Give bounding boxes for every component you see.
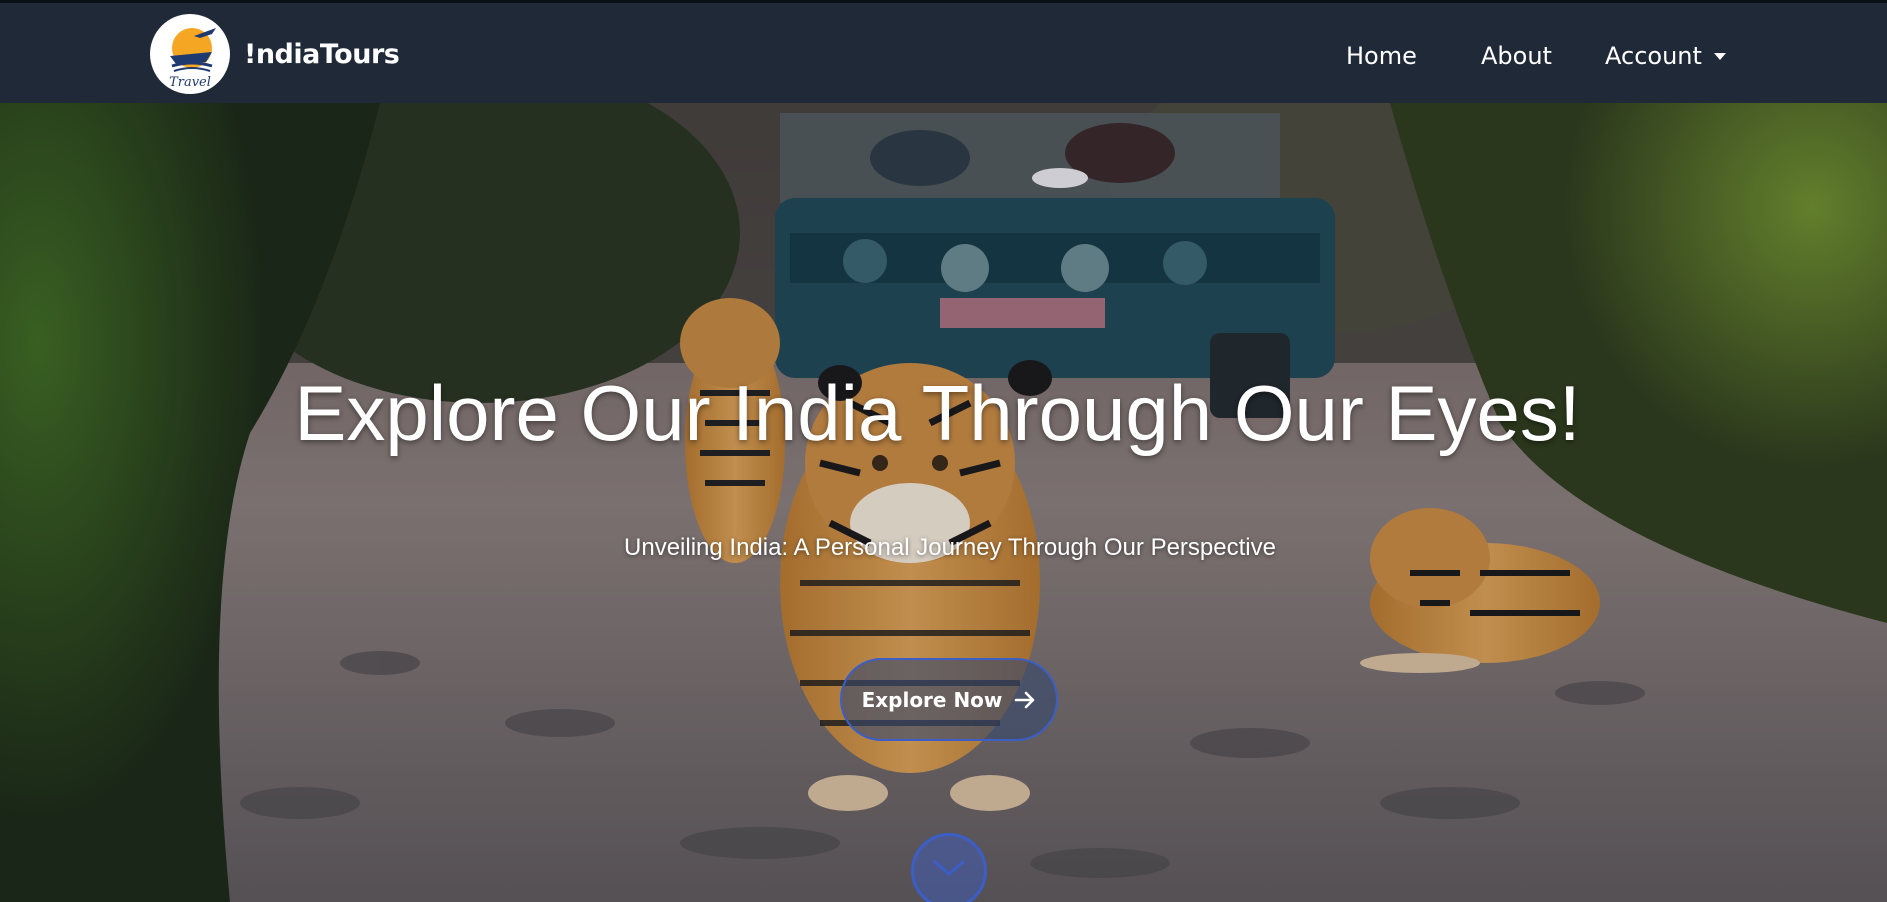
nav-home-link[interactable]: Home — [1346, 42, 1417, 70]
caret-down-icon — [1713, 52, 1726, 60]
hero-overlay — [0, 103, 1887, 902]
page: Travel !ndiaTours Home About Account Exp… — [0, 0, 1887, 902]
nav-about-link[interactable]: About — [1481, 42, 1552, 70]
nav-account-dropdown[interactable]: Account — [1605, 42, 1726, 70]
scroll-down-button[interactable] — [911, 833, 987, 902]
hero-section: Explore Our India Through Our Eyes! Unve… — [0, 103, 1887, 902]
navbar: Travel !ndiaTours Home About Account — [0, 0, 1887, 103]
brand-name: !ndiaTours — [244, 38, 400, 70]
chevron-down-icon — [931, 858, 967, 902]
logo-text: Travel — [169, 75, 211, 90]
hero-title: Explore Our India Through Our Eyes! — [294, 369, 1581, 457]
explore-now-button[interactable]: Explore Now — [840, 658, 1058, 741]
explore-now-label: Explore Now — [861, 687, 1003, 712]
nav-account-label: Account — [1605, 42, 1702, 70]
travel-logo-icon: Travel — [150, 14, 230, 94]
arrow-right-icon — [1014, 689, 1036, 711]
hero-subtitle: Unveiling India: A Personal Journey Thro… — [624, 534, 1276, 561]
brand-link[interactable]: Travel !ndiaTours — [150, 14, 400, 94]
